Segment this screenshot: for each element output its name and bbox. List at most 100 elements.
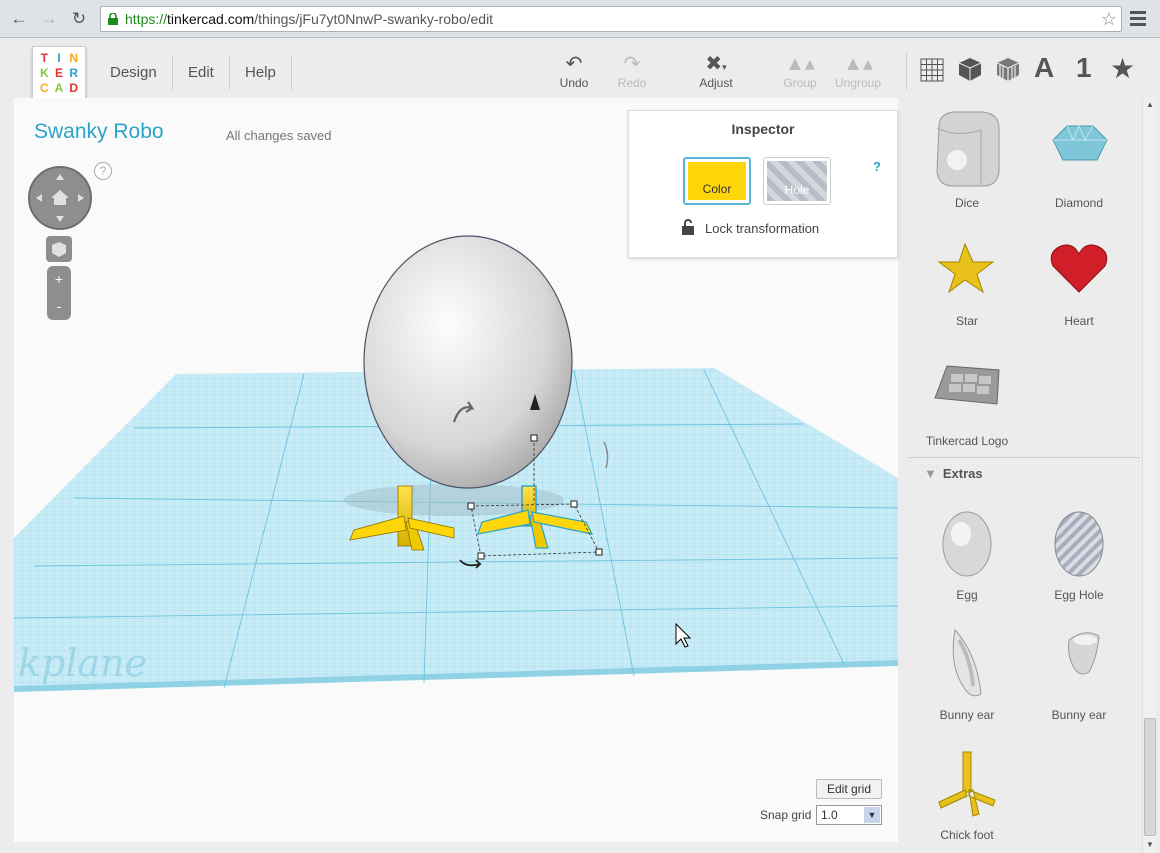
scroll-down-icon[interactable]: ▼ (1143, 838, 1157, 852)
address-bar[interactable]: https://tinkercad.com/things/jFu7yt0NnwP… (100, 6, 1122, 32)
hole-label: Hole (784, 183, 810, 197)
hole-button[interactable]: Hole (763, 157, 831, 205)
adjust-button[interactable]: ✖▾ Adjust (686, 52, 746, 90)
nav-help-icon[interactable]: ? (94, 162, 112, 180)
edit-grid-button[interactable]: Edit grid (816, 779, 882, 799)
diamond-icon (1052, 124, 1108, 161)
redo-icon: ↷ (623, 53, 641, 75)
color-button[interactable]: Color (683, 157, 751, 205)
extras-title: Extras (942, 466, 983, 481)
toolbar-divider (906, 52, 907, 90)
scroll-up-icon[interactable]: ▲ (1143, 98, 1157, 112)
color-label: Color (702, 182, 732, 196)
project-title[interactable]: Swanky Robo (34, 120, 164, 144)
browser-toolbar: ← → ↻ https://tinkercad.com/things/jFu7y… (0, 0, 1160, 38)
striped-box-icon[interactable] (994, 54, 1022, 84)
fit-view-cube-button[interactable] (46, 236, 72, 262)
menu-divider (172, 56, 173, 90)
shape-label: Star (955, 314, 978, 328)
shape-bunny-ear[interactable]: Bunny ear (912, 624, 1022, 722)
shape-label: Chick foot (940, 828, 994, 842)
group-button[interactable]: ▲▴ Group (770, 52, 830, 90)
group-icon: ▲▴ (785, 53, 815, 75)
favorite-star-icon[interactable]: ★ (1110, 52, 1135, 85)
inspector-title: Inspector (731, 121, 795, 137)
egg-hole-icon (1054, 511, 1104, 577)
menu-help[interactable]: Help (245, 64, 276, 81)
shape-egg[interactable]: Egg (912, 504, 1022, 602)
shape-label: Bunny ear (1051, 708, 1107, 722)
home-view-icon[interactable] (30, 168, 90, 228)
tinkercad-logo-icon (934, 365, 1000, 405)
inspector-panel: Inspector Color Hole ? Lock transformati… (628, 110, 898, 258)
number-tool-icon[interactable]: 1 (1076, 52, 1092, 84)
grid-view-icon[interactable] (918, 54, 946, 84)
shape-egg-hole[interactable]: Egg Hole (1024, 504, 1134, 602)
zoom-control: + - (47, 266, 71, 320)
inspector-help-icon[interactable]: ? (873, 159, 881, 174)
bookmark-star-icon[interactable]: ☆ (1101, 9, 1117, 30)
shape-label: Egg (956, 588, 978, 602)
snap-grid-label: Snap grid (760, 808, 812, 822)
star-icon (937, 242, 995, 294)
zoom-in-button[interactable]: + (47, 266, 71, 293)
redo-button[interactable]: ↷ Redo (602, 52, 662, 90)
secure-lock-icon (108, 13, 118, 25)
undo-icon: ↶ (565, 53, 583, 75)
undo-label: Undo (559, 76, 589, 90)
shape-heart[interactable]: Heart (1024, 230, 1134, 328)
extras-divider (908, 457, 1140, 458)
url-path: /things/jFu7yt0NnwP-swanky-robo/edit (254, 11, 494, 27)
logo-letter: R (69, 66, 78, 80)
shape-label: Diamond (1054, 196, 1104, 210)
dice-icon (936, 111, 1000, 187)
menu-divider (291, 56, 292, 90)
shape-chick-foot[interactable]: Chick foot (912, 744, 1022, 842)
shape-label: Egg Hole (1054, 588, 1104, 602)
url-text: https://tinkercad.com/things/jFu7yt0NnwP… (125, 11, 493, 27)
menu-divider (229, 56, 230, 90)
ungroup-icon: ▲▴ (843, 53, 873, 75)
reload-icon[interactable]: ↻ (68, 8, 90, 30)
zoom-out-button[interactable]: - (47, 293, 71, 320)
scrollbar-thumb[interactable] (1144, 718, 1156, 836)
lock-transformation[interactable]: Lock transformation (681, 219, 819, 236)
shape-star[interactable]: Star (912, 230, 1022, 328)
shape-dice[interactable]: Dice (912, 108, 1022, 210)
bunny-ear-2-icon (1068, 632, 1100, 675)
egg-icon (942, 511, 992, 577)
heart-icon (1050, 244, 1108, 293)
collapse-triangle-icon: ▼ (924, 466, 937, 481)
undo-button[interactable]: ↶ Undo (544, 52, 604, 90)
menu-edit[interactable]: Edit (188, 64, 214, 81)
logo-letter: E (54, 66, 63, 80)
ungroup-button[interactable]: ▲▴ Ungroup (828, 52, 888, 90)
menu-design[interactable]: Design (110, 64, 157, 81)
shape-diamond[interactable]: Diamond (1024, 108, 1134, 210)
shape-bunny-ear-2[interactable]: Bunny ear (1024, 624, 1134, 722)
text-tool-icon[interactable]: A (1034, 52, 1054, 84)
egg-shape[interactable] (363, 235, 573, 489)
color-swatch: Color (688, 162, 746, 200)
bunny-ear-icon (952, 628, 982, 697)
padlock-icon (682, 219, 694, 235)
group-label: Group (783, 76, 817, 90)
box-shape-icon[interactable] (956, 54, 984, 84)
lock-label: Lock transformation (705, 221, 820, 236)
dropdown-arrow-icon: ▼ (864, 807, 880, 823)
browser-menu-icon[interactable] (1130, 9, 1146, 29)
snap-grid-value: 1.0 (821, 808, 838, 822)
adjust-icon: ✖▾ (705, 53, 727, 75)
back-arrow-icon[interactable]: ← (8, 8, 30, 30)
hole-swatch: Hole (767, 161, 827, 201)
extras-section-header[interactable]: ▼ Extras (924, 466, 983, 481)
tinkercad-logo[interactable]: TIN KER CAD (32, 46, 86, 100)
snap-grid-select[interactable]: 1.0 ▼ (816, 805, 882, 825)
logo-letter: K (39, 66, 49, 80)
sidebar-scrollbar[interactable]: ▲ ▼ (1142, 98, 1156, 853)
forward-arrow-icon[interactable]: → (38, 8, 60, 30)
logo-letter: I (57, 51, 61, 65)
orbit-control[interactable] (28, 166, 92, 230)
workplane-label: kplane (18, 641, 147, 685)
shape-tinkercad-logo[interactable]: Tinkercad Logo (912, 350, 1022, 448)
